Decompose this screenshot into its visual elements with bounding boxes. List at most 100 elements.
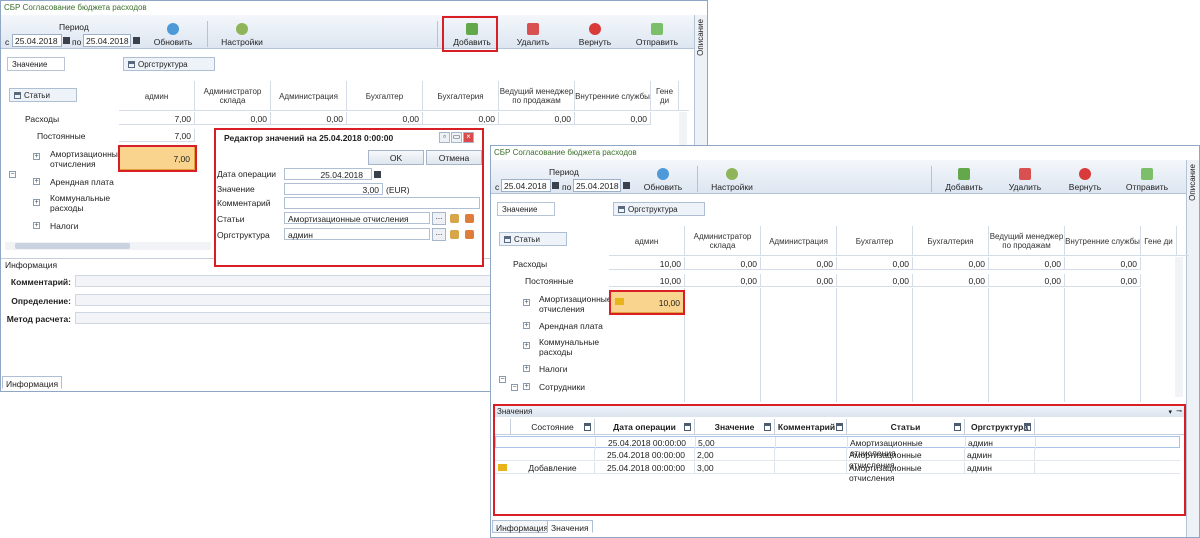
value-cell[interactable]: 0,00 (575, 112, 651, 125)
expand-icon[interactable]: + (523, 365, 530, 372)
scroll-thumb[interactable] (15, 243, 130, 249)
description-panel[interactable]: Описание (1186, 160, 1199, 537)
articles-browse-button[interactable]: ... (432, 212, 446, 225)
org-filter[interactable]: Оргструктура (613, 202, 705, 216)
filter-icon[interactable] (954, 423, 961, 431)
comment-input[interactable] (284, 197, 480, 209)
filter-icon[interactable] (836, 423, 843, 431)
articles-filter[interactable]: Статьи (499, 232, 567, 246)
edit-icon[interactable] (450, 214, 459, 223)
articles-input[interactable]: Амортизационные отчисления (284, 212, 430, 224)
op-date-input[interactable]: 25.04.2018 (284, 168, 372, 180)
expand-icon[interactable]: + (523, 299, 530, 306)
date-from-input[interactable]: 25.04.2018 (501, 179, 551, 192)
value-cell[interactable]: 0,00 (837, 257, 913, 270)
filter-icon[interactable] (764, 423, 771, 431)
value-field[interactable]: Значение (7, 57, 65, 71)
send-button[interactable]: Отправить (633, 23, 681, 47)
calendar-icon[interactable] (623, 182, 630, 189)
expand-icon[interactable]: + (33, 178, 40, 185)
articles-filter[interactable]: Статьи (9, 88, 77, 102)
value-cell[interactable]: 0,00 (685, 274, 761, 287)
send-button[interactable]: Отправить (1123, 168, 1171, 192)
settings-button[interactable]: Настройки (219, 23, 265, 47)
horizontal-scrollbar[interactable] (5, 242, 211, 250)
value-cell[interactable]: 7,00 (119, 129, 195, 142)
value-cell[interactable]: 0,00 (913, 257, 989, 270)
description-tab[interactable]: Описание (696, 19, 705, 56)
return-button[interactable]: Вернуть (1063, 168, 1107, 192)
org-input[interactable]: админ (284, 228, 430, 240)
restore-icon[interactable]: ▫ (439, 132, 450, 143)
settings-button[interactable]: Настройки (709, 168, 755, 192)
ok-button[interactable]: OK (368, 150, 424, 165)
collapse-icon[interactable]: − (511, 384, 518, 391)
grid-header-articles[interactable]: Статьи (847, 419, 965, 435)
grid-header-state[interactable]: Состояние (511, 419, 595, 435)
collapse-icon[interactable]: − (499, 376, 506, 383)
filter-icon[interactable] (684, 423, 691, 431)
table-row[interactable]: 25.04.2018 00:00:00 5,00 Амортизационные… (495, 436, 1180, 458)
refresh-button[interactable]: Обновить (151, 23, 195, 47)
calendar-icon[interactable] (374, 171, 381, 178)
cancel-button[interactable]: Отмена (426, 150, 482, 165)
calendar-icon[interactable] (552, 182, 559, 189)
close-icon[interactable]: × (463, 132, 474, 143)
date-from-input[interactable]: 25.04.2018 (12, 34, 62, 47)
delete-button[interactable]: Удалить (511, 23, 555, 47)
expand-icon[interactable]: + (523, 322, 530, 329)
filter-icon[interactable] (1024, 423, 1031, 431)
delete-button[interactable]: Удалить (1003, 168, 1047, 192)
value-cell[interactable]: 10,00 (609, 274, 685, 287)
grid-header-comment[interactable]: Комментарий (775, 419, 847, 435)
expand-icon[interactable]: + (33, 222, 40, 229)
date-to-input[interactable]: 25.04.2018 (83, 34, 131, 47)
org-filter[interactable]: Оргструктура (123, 57, 215, 71)
tab-values[interactable]: Значения (547, 520, 593, 533)
clear-icon[interactable] (465, 230, 474, 239)
minimize-icon[interactable]: ▭ (451, 132, 462, 143)
value-cell[interactable]: 0,00 (499, 112, 575, 125)
value-cell[interactable]: 7,00 (119, 112, 195, 125)
add-button[interactable]: Добавить (939, 168, 989, 192)
date-to-input[interactable]: 25.04.2018 (573, 179, 621, 192)
clear-icon[interactable] (465, 214, 474, 223)
edit-icon[interactable] (450, 230, 459, 239)
value-cell[interactable]: 0,00 (761, 257, 837, 270)
value-cell[interactable]: 0,00 (423, 112, 499, 125)
return-button[interactable]: Вернуть (573, 23, 617, 47)
filter-icon[interactable] (584, 423, 591, 431)
value-cell[interactable]: 0,00 (195, 112, 271, 125)
value-cell[interactable]: 0,00 (1065, 257, 1141, 270)
tab-info[interactable]: Информация (492, 520, 553, 533)
value-cell[interactable]: 0,00 (685, 257, 761, 270)
expand-icon[interactable]: + (33, 199, 40, 206)
org-browse-button[interactable]: ... (432, 228, 446, 241)
value-cell[interactable]: 10,00 (609, 257, 685, 270)
table-row[interactable]: 25.04.2018 00:00:00 2,00 Амортизационные… (495, 449, 1180, 470)
value-cell[interactable]: 0,00 (913, 274, 989, 287)
value-cell[interactable]: 0,00 (761, 274, 837, 287)
value-cell[interactable]: 0,00 (271, 112, 347, 125)
tab-info[interactable]: Информация (2, 376, 63, 389)
pin-icon[interactable]: ▾ (1168, 408, 1172, 416)
description-tab[interactable]: Описание (1188, 164, 1197, 201)
expand-icon[interactable]: − (9, 171, 16, 178)
calendar-icon[interactable] (133, 37, 140, 44)
grid-header-value[interactable]: Значение (695, 419, 775, 435)
value-cell[interactable]: 0,00 (837, 274, 913, 287)
grid-header-org[interactable]: Оргструктура (965, 419, 1035, 435)
value-cell[interactable]: 0,00 (1065, 274, 1141, 287)
value-cell[interactable]: 0,00 (989, 257, 1065, 270)
value-cell[interactable]: 0,00 (989, 274, 1065, 287)
table-row[interactable]: Добавление 25.04.2018 00:00:00 3,00 Амор… (495, 462, 1180, 483)
value-input[interactable]: 3,00 (284, 183, 383, 195)
expand-icon[interactable]: + (523, 383, 530, 390)
calendar-icon[interactable] (63, 37, 70, 44)
grid-header-date[interactable]: Дата операции (595, 419, 695, 435)
value-field[interactable]: Значение (497, 202, 555, 216)
close-icon[interactable]: ⊸ (1176, 407, 1182, 415)
expand-icon[interactable]: + (523, 342, 530, 349)
refresh-button[interactable]: Обновить (641, 168, 685, 192)
value-cell[interactable]: 0,00 (347, 112, 423, 125)
